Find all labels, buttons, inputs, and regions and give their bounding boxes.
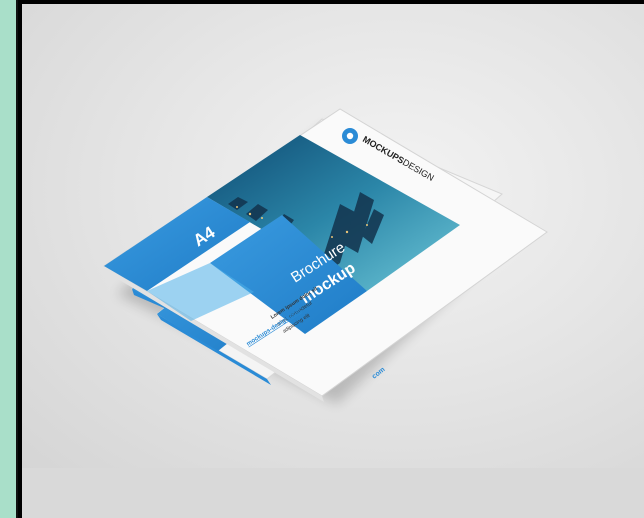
left-color-band: [0, 0, 18, 518]
photo-canvas: com com: [22, 4, 644, 468]
brochure-scene: com com: [103, 108, 548, 404]
bottom-background-strip: [22, 468, 644, 518]
brochure-front: MOCKUPSDESIGN A4 Brochure mockup Lorem i…: [103, 108, 548, 402]
